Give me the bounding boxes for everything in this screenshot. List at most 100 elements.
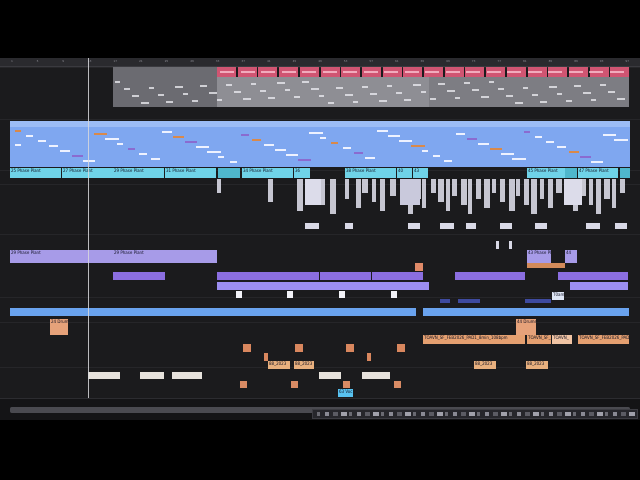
midi-note[interactable]: [387, 135, 400, 137]
midi-note[interactable]: [123, 88, 130, 90]
lavender-clip[interactable]: 44: [565, 250, 577, 263]
midi-note[interactable]: [218, 156, 225, 158]
midi-note[interactable]: [71, 155, 83, 157]
midi-note[interactable]: [514, 102, 523, 104]
white-clip[interactable]: [390, 179, 396, 196]
midi-note[interactable]: [589, 71, 603, 73]
midi-note[interactable]: [344, 94, 353, 96]
white-clip[interactable]: [461, 179, 467, 205]
white-clip[interactable]: [531, 179, 537, 214]
purple-clip[interactable]: [320, 272, 371, 280]
white-clip[interactable]: [540, 179, 544, 199]
white-clip[interactable]: [380, 179, 385, 211]
orange-clip[interactable]: [343, 381, 350, 388]
white-clip[interactable]: [440, 223, 454, 229]
midi-note[interactable]: [580, 156, 591, 158]
cream-clip[interactable]: [88, 372, 120, 379]
white-clip[interactable]: [356, 179, 361, 208]
orange-long-clip[interactable]: TOAVN_SF_: [527, 335, 551, 344]
midi-note[interactable]: [599, 84, 606, 86]
midi-note[interactable]: [531, 94, 538, 96]
midi-note[interactable]: [286, 154, 299, 156]
midi-note[interactable]: [240, 71, 255, 73]
cyan-clip[interactable]: 29 Phase Plant: [113, 168, 164, 178]
lavender-clip[interactable]: 29 Phase Plant: [113, 250, 217, 263]
midi-note[interactable]: [26, 135, 34, 137]
lavender-clip[interactable]: 29 Phase Plant: [10, 250, 113, 263]
midi-note[interactable]: [60, 150, 71, 152]
midi-note[interactable]: [343, 71, 357, 73]
midi-note[interactable]: [609, 71, 624, 73]
purple-clip[interactable]: [268, 272, 319, 280]
purple-clip[interactable]: [570, 282, 628, 290]
midi-note[interactable]: [565, 100, 572, 102]
cyan-clip[interactable]: [620, 168, 630, 178]
midi-note[interactable]: [207, 151, 222, 153]
midi-note[interactable]: [268, 97, 275, 99]
white-clip[interactable]: [484, 179, 490, 208]
white-clip[interactable]: [345, 179, 349, 199]
cream-clip[interactable]: [319, 372, 341, 379]
midi-note[interactable]: [438, 83, 445, 85]
midi-note[interactable]: [150, 158, 160, 160]
midi-note[interactable]: [540, 101, 547, 103]
midi-note[interactable]: [557, 93, 562, 95]
orange-clip[interactable]: [295, 344, 303, 352]
midi-note[interactable]: [395, 92, 402, 94]
midi-note[interactable]: [412, 84, 421, 86]
midi-note[interactable]: [336, 87, 343, 89]
midi-note[interactable]: [115, 81, 120, 83]
midi-note[interactable]: [139, 153, 148, 155]
midi-note[interactable]: [128, 148, 135, 150]
midi-note[interactable]: [613, 139, 628, 141]
midi-note[interactable]: [15, 144, 22, 146]
midi-note[interactable]: [252, 139, 262, 141]
white-clip[interactable]: [236, 291, 242, 298]
white-clip[interactable]: [535, 223, 547, 229]
midi-note[interactable]: [310, 88, 319, 90]
midi-note[interactable]: [263, 144, 274, 146]
orange-clip[interactable]: [527, 263, 565, 268]
midi-note[interactable]: [557, 146, 567, 148]
white-clip[interactable]: [362, 179, 368, 193]
white-clip[interactable]: [612, 179, 616, 208]
midi-note[interactable]: [425, 71, 439, 73]
cyan-clip[interactable]: 31 Phase Plant: [165, 168, 216, 178]
midi-note[interactable]: [534, 136, 542, 138]
playhead[interactable]: [88, 58, 89, 398]
orange-clip[interactable]: [397, 344, 405, 352]
orange-clip[interactable]: [264, 353, 268, 361]
timeline-ruler[interactable]: 1 5 9 13 17 21 25 29 33 37 41 45 49 53 57 61 65 69 73 77 81 8…: [0, 58, 640, 67]
white-clip[interactable]: [345, 223, 353, 229]
midi-note[interactable]: [281, 71, 296, 73]
light-blue-clip[interactable]: [10, 308, 416, 316]
white-clip[interactable]: [408, 223, 420, 229]
white-clip[interactable]: [438, 179, 444, 202]
arrangement-view[interactable]: 1 5 9 13 17 21 25 29 33 37 41 45 49 53 57 61 65 69 73 77 81 8…: [0, 58, 640, 420]
midi-note[interactable]: [467, 138, 477, 140]
white-clip[interactable]: [339, 291, 345, 298]
midi-note[interactable]: [208, 92, 217, 94]
orange-long-clip[interactable]: TOAVN_SF_FEB2026_PAD: [578, 335, 629, 344]
midi-note[interactable]: [455, 97, 460, 99]
orange-long-clip[interactable]: TOAVN_SF_FEB2026_PAD1_8min_108bpm: [423, 335, 525, 344]
cyan-clip[interactable]: 43: [413, 168, 428, 178]
white-clip[interactable]: [500, 179, 505, 202]
midi-note[interactable]: [140, 102, 149, 104]
midi-note[interactable]: [94, 133, 108, 135]
orange-clip[interactable]: 88_2023: [474, 361, 496, 369]
midi-note[interactable]: [200, 85, 207, 87]
midi-note[interactable]: [361, 86, 368, 88]
orange-clip[interactable]: [415, 263, 423, 271]
white-clip[interactable]: [287, 291, 293, 298]
midi-note[interactable]: [466, 71, 480, 73]
midi-note[interactable]: [195, 146, 209, 148]
midi-note[interactable]: [217, 99, 222, 101]
midi-note[interactable]: [506, 95, 513, 97]
orange-clip[interactable]: 88_2023: [526, 361, 548, 369]
midi-note[interactable]: [302, 81, 309, 83]
white-clip[interactable]: [268, 179, 273, 202]
lavender-clip[interactable]: 43 Phase Plant: [527, 250, 551, 263]
white-clip[interactable]: [496, 241, 499, 249]
blue-clip-header[interactable]: [10, 121, 630, 127]
